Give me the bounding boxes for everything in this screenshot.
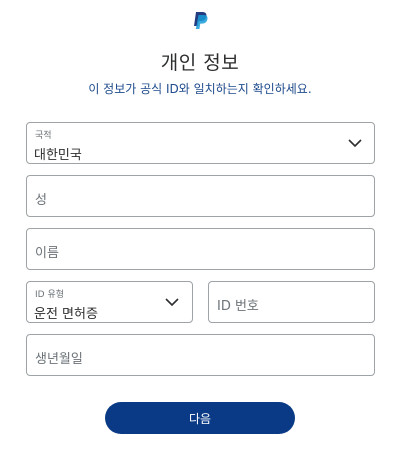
birth-date-placeholder: 생년월일: [35, 352, 83, 367]
last-name-placeholder: 성: [35, 193, 47, 208]
id-number-field[interactable]: ID 번호: [208, 281, 375, 323]
page-title: 개인 정보: [160, 52, 240, 74]
id-type-select[interactable]: ID 유형 운전 면허증: [26, 281, 193, 323]
next-button[interactable]: 다음: [105, 402, 295, 434]
page-subtitle: 이 정보가 공식 ID와 일치하는지 확인하세요.: [88, 82, 312, 96]
id-type-value: 운전 면허증: [34, 307, 98, 322]
id-number-placeholder: ID 번호: [217, 299, 259, 314]
paypal-logo-icon: [194, 12, 208, 29]
chevron-down-icon: [165, 298, 179, 307]
birth-date-field[interactable]: 생년월일: [26, 334, 375, 376]
first-name-placeholder: 이름: [35, 246, 59, 261]
chevron-down-icon: [348, 139, 362, 148]
last-name-field[interactable]: 성: [26, 175, 375, 217]
country-select[interactable]: 국적 대한민국: [26, 122, 375, 164]
country-value: 대한민국: [34, 148, 82, 163]
first-name-field[interactable]: 이름: [26, 228, 375, 270]
country-label: 국적: [35, 131, 52, 141]
id-type-label: ID 유형: [35, 290, 65, 300]
